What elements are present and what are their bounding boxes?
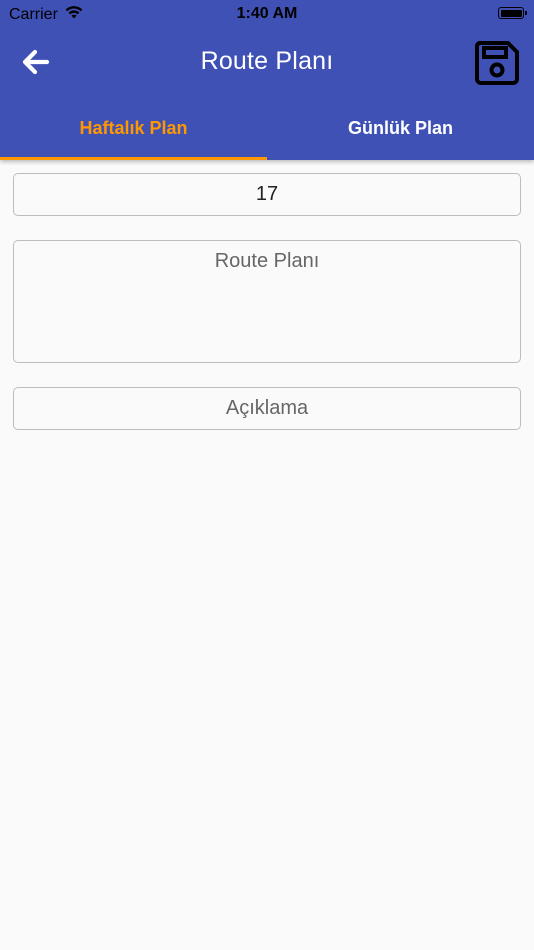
tab-bar: Haftalık Plan Günlük Plan: [0, 96, 534, 160]
week-number-input[interactable]: [13, 173, 521, 216]
status-time: 1:40 AM: [236, 5, 298, 22]
route-plan-textarea[interactable]: Route Planı: [13, 240, 521, 363]
status-bar: Carrier 1:40 AM: [0, 0, 534, 28]
tab-daily-plan[interactable]: Günlük Plan: [267, 96, 534, 160]
battery-icon: [498, 7, 527, 19]
description-input[interactable]: Açıklama: [13, 387, 521, 430]
tab-weekly-plan[interactable]: Haftalık Plan: [0, 96, 267, 160]
toolbar: Route Planı: [0, 30, 534, 94]
app-bar: Carrier 1:40 AM Route Planı Haftalık Pla…: [0, 0, 534, 160]
floppy-disk-icon: [474, 41, 519, 85]
battery-level: [500, 9, 522, 17]
page-title: Route Planı: [200, 47, 334, 75]
save-button[interactable]: [472, 38, 522, 88]
